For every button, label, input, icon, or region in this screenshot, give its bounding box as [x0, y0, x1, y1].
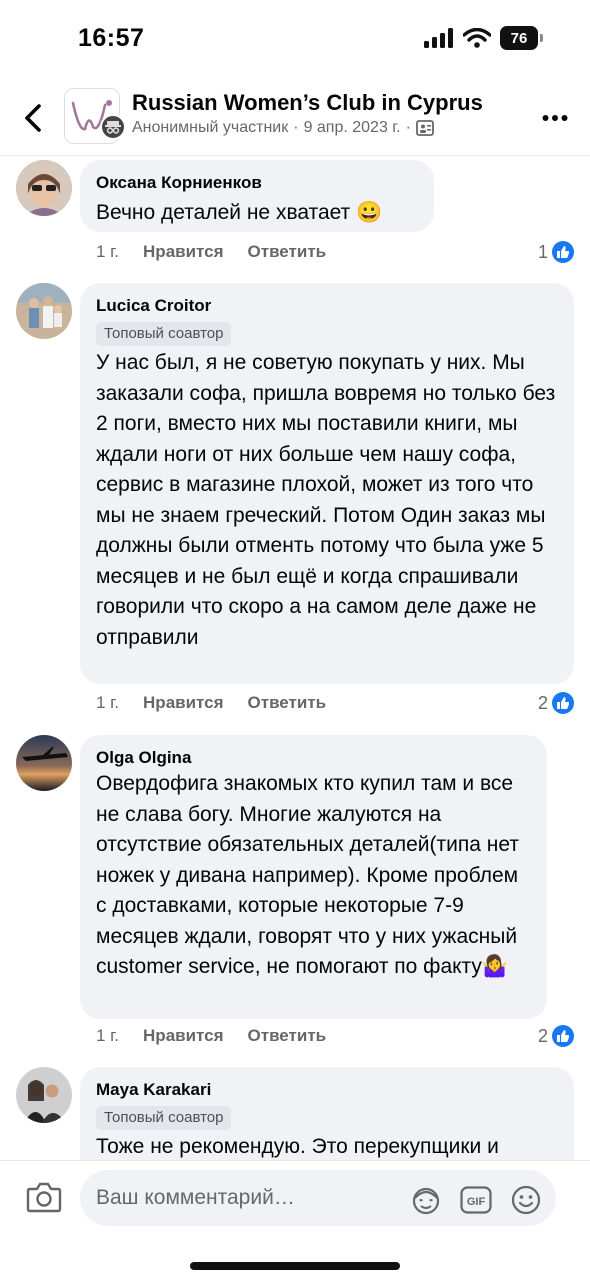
comment: Lucica Croitor Топовый соавтор У нас был…: [0, 283, 590, 735]
comment-bubble[interactable]: Lucica Croitor Топовый соавтор У нас был…: [80, 283, 574, 684]
like-button[interactable]: Нравится: [143, 1026, 224, 1046]
reaction-count[interactable]: 2: [538, 692, 574, 714]
comment-bubble[interactable]: Оксана Корниенков Вечно деталей не хвата…: [80, 160, 434, 232]
wifi-icon: [463, 28, 491, 48]
meta-separator: ·: [405, 119, 411, 136]
comment-input-placeholder: Ваш комментарий…: [96, 1186, 295, 1209]
avatar[interactable]: [16, 1067, 72, 1123]
comment-time: 1 г.: [96, 242, 120, 261]
comment-text: Вечно деталей не хватает 😀: [96, 201, 383, 224]
battery-indicator: 76: [500, 26, 543, 50]
gif-label: GIF: [467, 1196, 486, 1208]
post-author: Анонимный участник: [132, 119, 289, 136]
gif-button[interactable]: GIF: [460, 1184, 492, 1216]
thumbs-up-icon: [552, 241, 574, 263]
reaction-count[interactable]: 1: [538, 241, 574, 263]
comment-time: 1 г.: [96, 693, 120, 712]
top-contributor-badge: Топовый соавтор: [96, 1106, 232, 1130]
status-bar: 16:57 76: [0, 0, 590, 80]
thumbs-up-icon: [552, 692, 574, 714]
comment-text: Тоже не рекомендую. Это перекупщики и: [96, 1135, 499, 1158]
status-icons: 76: [424, 26, 543, 50]
comment-author[interactable]: Lucica Croitor: [96, 295, 558, 317]
post-date: 9 апр. 2023 г.: [303, 119, 401, 136]
comment-actions: 1 г. Нравится Ответить: [96, 242, 326, 262]
group-privacy-icon: [416, 120, 434, 136]
thumbs-up-icon: [552, 1025, 574, 1047]
comment-bubble[interactable]: Olga Olgina Овердофига знакомых кто купи…: [80, 735, 547, 1019]
comment-time: 1 г.: [96, 1026, 120, 1045]
back-button[interactable]: [18, 100, 48, 136]
reaction-number: 1: [537, 241, 548, 262]
status-time: 16:57: [78, 24, 145, 52]
group-title[interactable]: Russian Women’s Club in Cyprus: [132, 90, 483, 116]
comment-author[interactable]: Оксана Корниенков: [96, 172, 418, 194]
avatar-sticker-button[interactable]: [410, 1184, 442, 1216]
avatar[interactable]: [16, 735, 72, 791]
avatar-sticker-icon: [412, 1187, 440, 1215]
reaction-number: 2: [537, 1025, 548, 1046]
battery-level: 76: [510, 29, 528, 47]
comment-bubble[interactable]: Maya Karakari Топовый соавтор Тоже не ре…: [80, 1067, 574, 1160]
reaction-count[interactable]: 2: [538, 1025, 574, 1047]
post-header: Russian Women’s Club in Cyprus Анонимный…: [0, 80, 590, 156]
cellular-signal-icon: [424, 28, 453, 48]
comment-actions: 1 г. Нравится Ответить: [96, 1026, 326, 1046]
comment-input[interactable]: Ваш комментарий… GIF: [80, 1170, 556, 1226]
comment: Оксана Корниенков Вечно деталей не хвата…: [0, 157, 590, 283]
comment-author[interactable]: Maya Karakari: [96, 1079, 558, 1101]
comment: Maya Karakari Топовый соавтор Тоже не ре…: [0, 1067, 590, 1160]
comment-author[interactable]: Olga Olgina: [96, 747, 531, 769]
avatar[interactable]: [16, 283, 72, 339]
home-indicator[interactable]: [190, 1262, 400, 1270]
anonymous-member-icon: [100, 114, 126, 140]
camera-button[interactable]: [26, 1181, 62, 1215]
reply-button[interactable]: Ответить: [248, 242, 327, 262]
meta-separator: ·: [293, 119, 299, 136]
comment-actions: 1 г. Нравится Ответить: [96, 693, 326, 713]
more-options-button[interactable]: [542, 106, 568, 130]
like-button[interactable]: Нравится: [143, 242, 224, 262]
top-contributor-badge: Топовый соавтор: [96, 322, 232, 346]
reaction-number: 2: [537, 692, 548, 713]
more-dots-icon: [542, 115, 568, 121]
emoji-button[interactable]: [510, 1184, 542, 1216]
reply-button[interactable]: Ответить: [248, 693, 327, 713]
smiley-icon: [511, 1185, 541, 1215]
chevron-left-icon: [25, 104, 41, 132]
post-meta: Анонимный участник · 9 апр. 2023 г. ·: [132, 119, 434, 137]
camera-icon: [26, 1182, 62, 1213]
like-button[interactable]: Нравится: [143, 693, 224, 713]
comment-text: Овердофига знакомых кто купил там и все …: [96, 772, 519, 978]
comment: Olga Olgina Овердофига знакомых кто купи…: [0, 735, 590, 1068]
comment-text: У нас был, я не советую покупать у них. …: [96, 351, 556, 649]
comments-list: Оксана Корниенков Вечно деталей не хвата…: [0, 157, 590, 1160]
gif-icon: GIF: [460, 1186, 492, 1214]
avatar[interactable]: [16, 160, 72, 216]
reply-button[interactable]: Ответить: [248, 1026, 327, 1046]
